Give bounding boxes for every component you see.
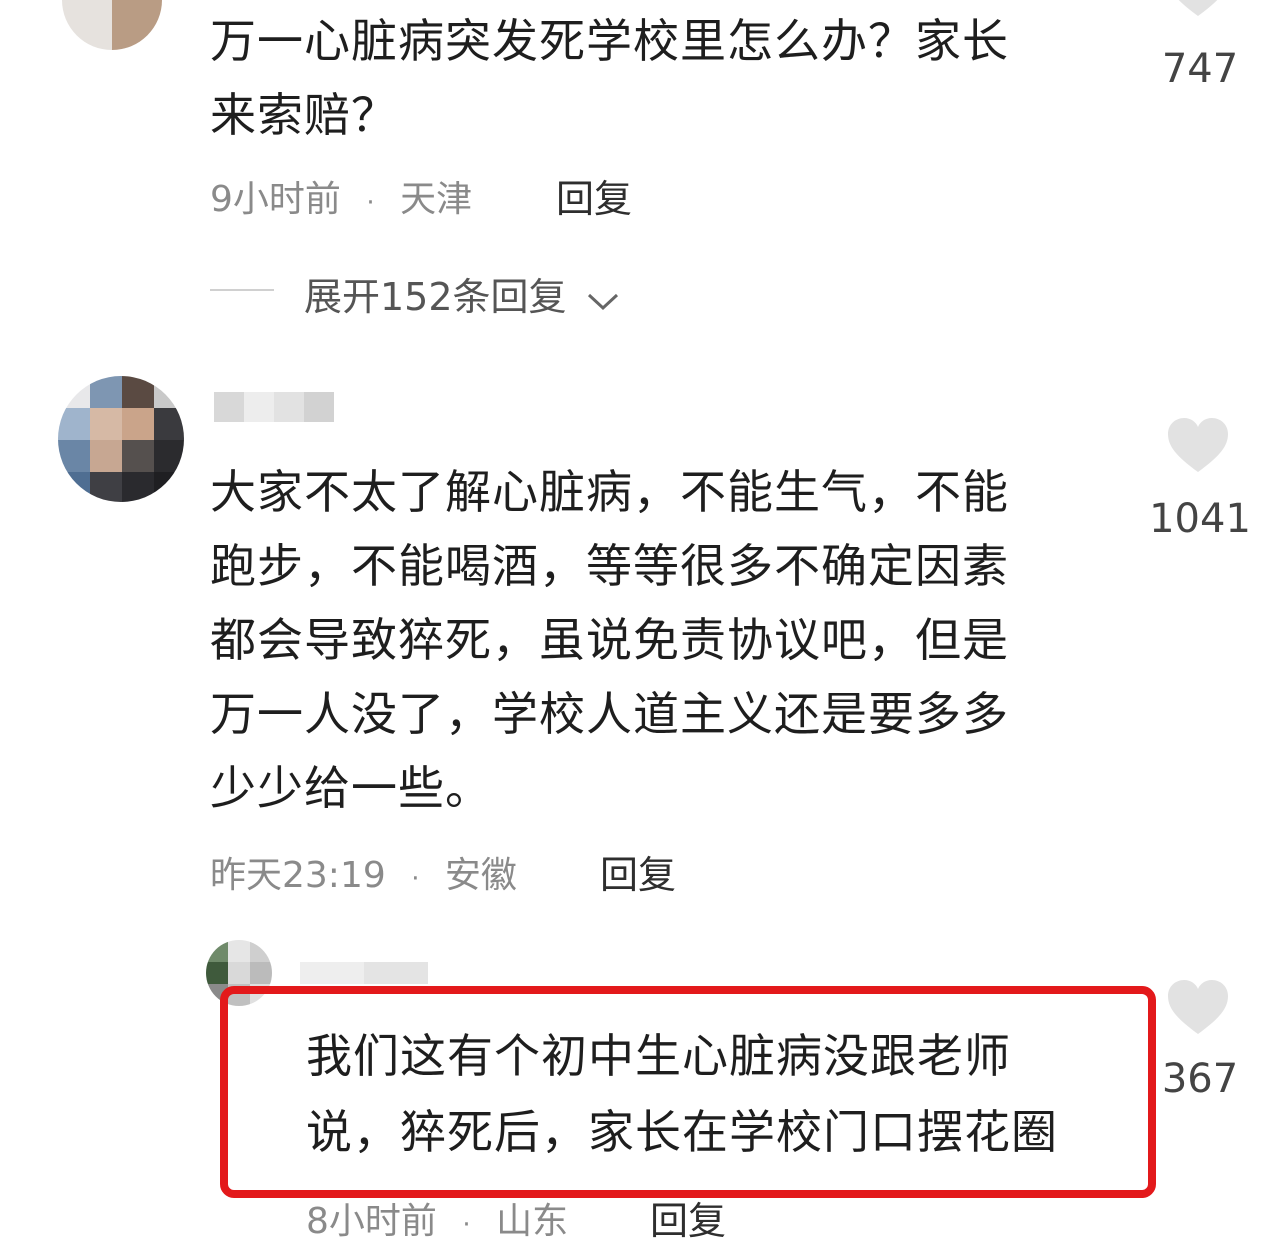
comment-line: 万一心脏病突发死学校里怎么办？家长: [210, 14, 1009, 68]
comment-time: 昨天23:19: [210, 855, 386, 896]
like-count: 747: [1161, 46, 1239, 92]
comment-line: 都会导致猝死，虽说免责协议吧，但是: [210, 613, 1009, 667]
heart-icon[interactable]: [1166, 978, 1230, 1038]
comment-line: 我们这有个初中生心脏病没跟老师: [306, 1029, 1011, 1083]
divider: [210, 289, 274, 291]
comment-location: 天津: [400, 179, 473, 220]
comment-text: 我们这有个初中生心脏病没跟老师 说，猝死后，家长在学校门口摆花圈: [306, 1018, 1146, 1170]
comment-line: 大家不太了解心脏病，不能生气，不能: [210, 465, 1009, 519]
meta-separator: ·: [462, 1210, 471, 1240]
comment-time: 8小时前: [306, 1201, 437, 1242]
comment-time: 9小时前: [210, 179, 341, 220]
comment-line: 说，猝死后，家长在学校门口摆花圈: [306, 1105, 1058, 1159]
meta-separator: ·: [366, 188, 375, 218]
comment-location: 山东: [496, 1201, 569, 1242]
comment-text: 大家不太了解心脏病，不能生气，不能 跑步，不能喝酒，等等很多不确定因素 都会导致…: [210, 455, 1110, 825]
like-count: 1041: [1149, 496, 1251, 542]
reply-button[interactable]: 回复: [600, 844, 676, 899]
reply-button[interactable]: 回复: [650, 1190, 726, 1245]
avatar[interactable]: [62, 0, 162, 50]
comment-text: 万一心脏病突发死学校里怎么办？家长 来索赔？: [210, 4, 1110, 152]
expand-replies-button[interactable]: 展开152条回复: [304, 266, 621, 322]
avatar[interactable]: [58, 376, 184, 502]
heart-icon[interactable]: [1166, 416, 1230, 476]
chevron-down-icon: [585, 278, 621, 322]
comment-meta: 9小时前 · 天津: [210, 170, 472, 222]
expand-replies-label: 展开152条回复: [304, 275, 567, 319]
reply-button[interactable]: 回复: [556, 168, 632, 223]
username-blurred: [214, 392, 338, 422]
comment-line: 跑步，不能喝酒，等等很多不确定因素: [210, 539, 1009, 593]
comment-line: 少少给一些。: [210, 761, 492, 815]
meta-separator: ·: [411, 864, 420, 894]
comment-meta: 昨天23:19 · 安徽: [210, 846, 517, 898]
heart-icon[interactable]: [1166, 0, 1230, 20]
comment-line: 来索赔？: [210, 88, 398, 142]
comment-line: 万一人没了，学校人道主义还是要多多: [210, 687, 1009, 741]
like-count: 367: [1161, 1056, 1239, 1102]
comment-meta: 8小时前 · 山东: [306, 1192, 568, 1244]
comment-location: 安徽: [444, 855, 517, 896]
